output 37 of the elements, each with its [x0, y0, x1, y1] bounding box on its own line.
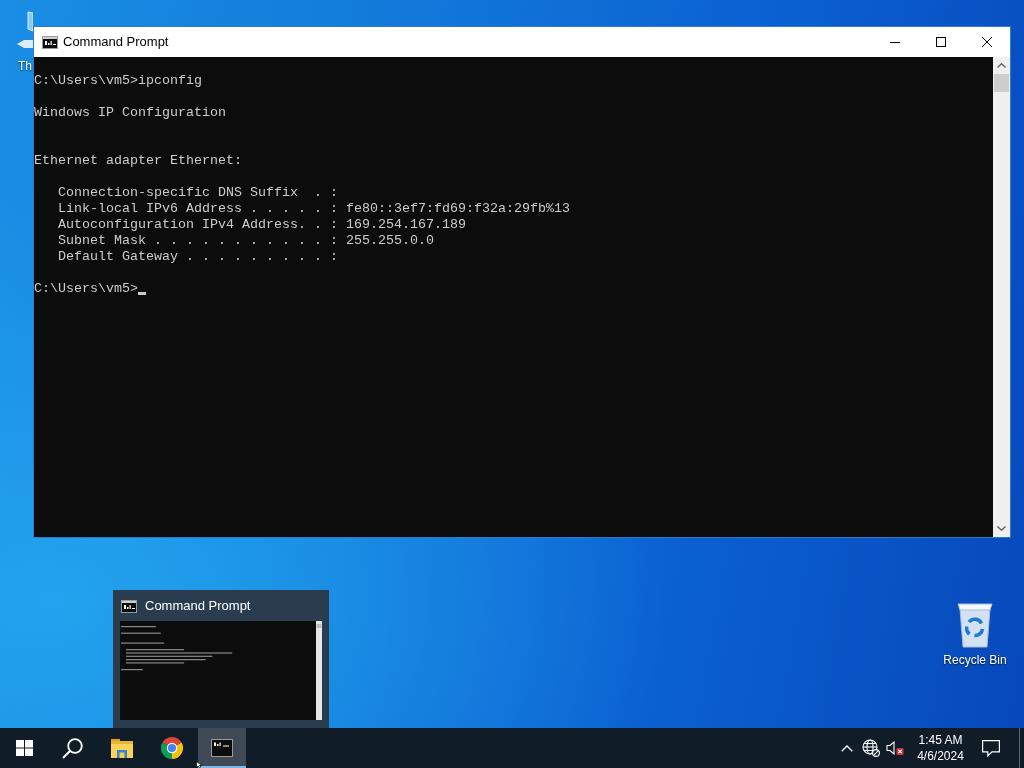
command-line: C:\Users\vm5>ipconfig	[34, 73, 202, 88]
config-entry: Default Gateway . . . . . . . . . :	[58, 249, 338, 264]
folder-icon	[111, 738, 133, 758]
speech-bubble-icon	[982, 739, 1000, 757]
chevron-down-icon	[997, 526, 1006, 531]
search-icon	[61, 737, 83, 759]
mouse-pointer-icon	[196, 761, 203, 768]
console-icon	[211, 739, 233, 757]
taskbar-app-button[interactable]	[198, 728, 246, 768]
config-entry: Connection-specific DNS Suffix . :	[58, 185, 338, 200]
minimize-icon	[890, 41, 900, 43]
circle-logo-icon	[161, 737, 183, 759]
preview-title: Command Prompt	[145, 598, 251, 614]
config-entry: Link-local IPv6 Address . . . . . : fe80::3ef7:fd69:f32a:29fb%13	[58, 201, 570, 216]
output-heading: Windows IP Configuration	[34, 105, 226, 120]
clock-date: 4/6/2024	[917, 748, 964, 764]
title-bar[interactable]: Command Prompt	[34, 27, 1010, 57]
recycle-bin-icon[interactable]	[954, 601, 996, 649]
window-thumbnail-drawing[interactable]	[120, 621, 322, 720]
maximize-icon	[936, 37, 946, 47]
taskbar-preview[interactable]: Command Prompt	[113, 590, 329, 728]
desktop-icon-label[interactable]: Recycle Bin	[943, 653, 1007, 667]
console-icon	[121, 599, 137, 613]
console-icon	[42, 35, 58, 49]
chevron-up-icon	[997, 63, 1006, 68]
adapter-heading: Ethernet adapter Ethernet:	[34, 153, 242, 168]
chevron-up-icon	[841, 744, 853, 752]
window-title: Command Prompt	[63, 33, 169, 52]
scrollbar-thumb[interactable]	[994, 74, 1009, 92]
windows-logo-icon	[15, 740, 33, 756]
scrollbar[interactable]	[993, 57, 1010, 537]
prompt-text: C:\Users\vm5>	[34, 281, 138, 296]
desktop-icon-label[interactable]: Th	[18, 59, 32, 73]
close-icon	[982, 37, 992, 47]
config-entry: Subnet Mask . . . . . . . . . . . : 255.255.0.0	[58, 233, 434, 248]
clock-time: 1:45 AM	[918, 732, 963, 748]
config-entry: Autoconfiguration IPv4 Address. . : 169.254.167.189	[58, 217, 466, 232]
